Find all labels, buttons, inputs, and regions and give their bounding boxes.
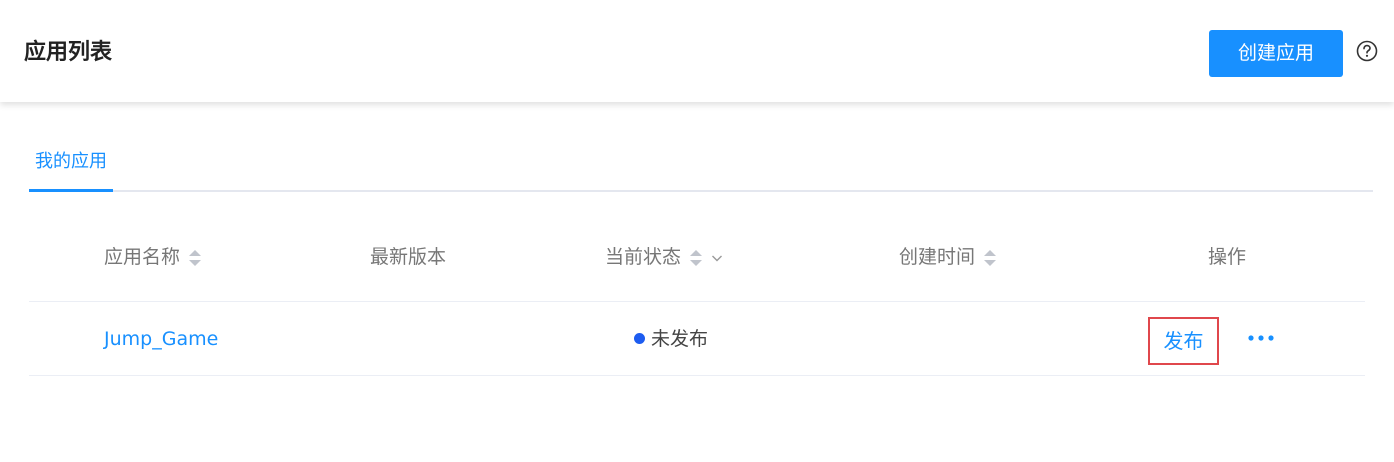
- ellipsis-icon[interactable]: [1247, 332, 1275, 344]
- column-label: 操作: [1208, 246, 1247, 268]
- column-header-actions: 操作: [1208, 242, 1246, 272]
- column-header-created[interactable]: 创建时间: [899, 242, 997, 272]
- header: 应用列表 创建应用: [0, 0, 1394, 102]
- column-header-status[interactable]: 当前状态: [605, 242, 723, 272]
- question-circle-icon[interactable]: [1356, 40, 1378, 62]
- page-title: 应用列表: [24, 40, 113, 65]
- column-label: 创建时间: [899, 246, 976, 268]
- tab-bar: 我的应用: [29, 140, 1373, 192]
- table-row: Jump_Game 未发布 发布: [29, 302, 1365, 376]
- publish-button[interactable]: 发布: [1148, 317, 1219, 365]
- status-text: 未发布: [651, 328, 709, 350]
- sort-icon[interactable]: [689, 248, 703, 268]
- column-header-name[interactable]: 应用名称: [104, 242, 202, 272]
- column-label: 应用名称: [104, 246, 181, 268]
- status-badge: 未发布: [634, 324, 708, 354]
- sort-icon[interactable]: [188, 248, 202, 268]
- status-dot-icon: [634, 332, 645, 344]
- table-header: 应用名称 最新版本 当前状态 创建时间 操作: [29, 222, 1365, 302]
- tab-my-apps[interactable]: 我的应用: [29, 140, 113, 192]
- sort-icon[interactable]: [983, 248, 997, 268]
- chevron-down-icon[interactable]: [711, 253, 723, 263]
- column-label: 当前状态: [605, 246, 682, 268]
- app-name-link[interactable]: Jump_Game: [104, 324, 218, 354]
- column-header-version: 最新版本: [370, 242, 446, 272]
- app-table: 应用名称 最新版本 当前状态 创建时间 操作 Jump_Game 未发布 发布: [29, 222, 1365, 376]
- create-app-button[interactable]: 创建应用: [1209, 30, 1343, 77]
- column-label: 最新版本: [370, 246, 447, 268]
